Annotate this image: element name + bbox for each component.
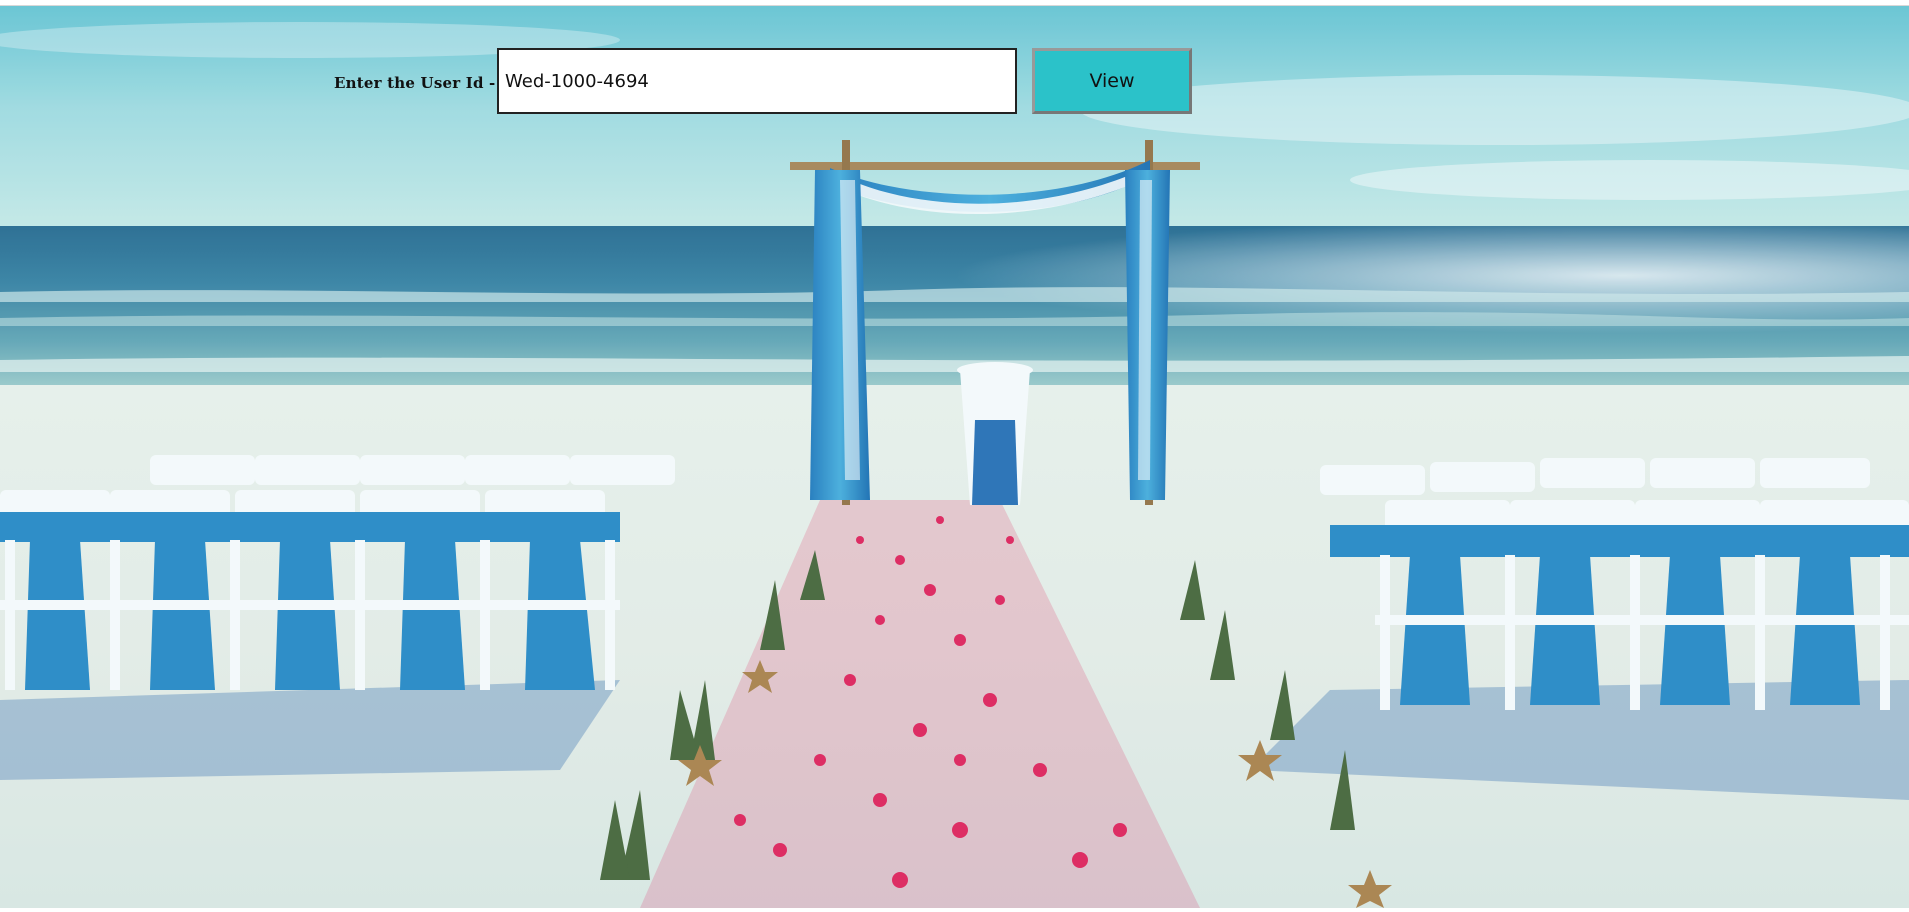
user-id-label: Enter the User Id - <box>334 74 496 92</box>
beach-wedding-background <box>0 0 1909 908</box>
view-button[interactable]: View <box>1032 48 1192 114</box>
user-id-input[interactable] <box>497 48 1017 114</box>
top-divider <box>0 5 1909 6</box>
user-id-form: Enter the User Id - View <box>0 48 1909 118</box>
